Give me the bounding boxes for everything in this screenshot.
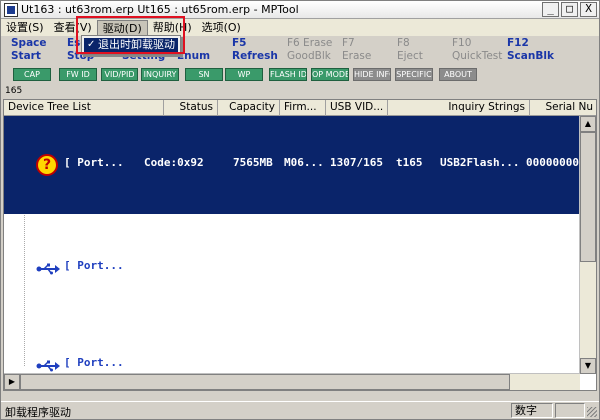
hotkey-start-key: Space [11, 37, 47, 49]
usb-icon [36, 360, 60, 372]
scroll-thumb[interactable] [580, 132, 596, 262]
hotkey-refresh-label: Refresh [232, 50, 278, 62]
hotkey-erase-label: Erase [342, 50, 372, 62]
usb-icon [36, 263, 60, 275]
hotkey-erase-key: F7 [342, 37, 355, 49]
table-row[interactable]: [ Port... [4, 316, 580, 374]
table-row[interactable]: [ Port... [4, 219, 580, 317]
close-button[interactable]: X [580, 2, 597, 17]
scroll-up-icon[interactable]: ▲ [580, 116, 596, 132]
status-mode: 数字 [511, 403, 553, 418]
window-title: Ut163 : ut63rom.erp Ut165 : ut65rom.erp … [21, 3, 299, 16]
driver-menu-dropdown: ✓ 退出时卸载驱动 [81, 35, 181, 55]
status-bar: 卸载程序驱动 数字 [1, 401, 599, 419]
row-usbvid-suffix: t165 [396, 156, 423, 169]
window-controls: _ □ X [542, 2, 597, 17]
hotkey-quicktest-key: F10 [452, 37, 472, 49]
menu-bar: 设置(S) 查看(V) 驱动(D) 帮助(H) 选项(O) [1, 19, 599, 36]
col-inquiry[interactable]: Inquiry Strings [388, 100, 530, 116]
hotkey-refresh-key: F5 [232, 37, 247, 49]
table-body: ? [ Port... Code:0x92 7565MB M06... 1307… [4, 116, 580, 374]
hscroll-thumb[interactable] [20, 374, 510, 390]
row-status: Code:0x92 [144, 156, 204, 169]
scroll-down-icon[interactable]: ▼ [580, 358, 596, 374]
hotkey-enum[interactable]: 3Enum [177, 37, 210, 63]
filter-opmode-button[interactable]: OP MODE [311, 68, 349, 81]
hotkey-erase-goodblk-label: GoodBlk [287, 50, 331, 62]
scroll-right-icon[interactable]: ▶ [4, 374, 20, 390]
resize-grip-icon[interactable] [587, 407, 597, 417]
horizontal-scrollbar[interactable]: ◀ ▶ [4, 373, 580, 390]
filter-wp-button[interactable]: WP [225, 68, 263, 81]
vertical-scrollbar[interactable]: ▲ ▼ [579, 116, 596, 374]
col-capacity[interactable]: Capacity [218, 100, 280, 116]
status-pane-empty [555, 403, 585, 418]
row-port: [ Port... [64, 259, 124, 272]
hotkey-start[interactable]: Space Start [11, 37, 47, 63]
filter-specific-button[interactable]: SPECIFIC [395, 68, 433, 81]
hotkey-erase[interactable]: F7 Erase [342, 37, 371, 63]
device-count: 165 [5, 86, 23, 96]
row-port: [ Port... [64, 356, 124, 369]
info-filter-bar: CAP FW ID VID/PID INQUIRY SN WP FLASH ID… [1, 67, 599, 83]
app-icon [4, 2, 18, 17]
unload-driver-on-exit-item[interactable]: ✓ 退出时卸载驱动 [84, 38, 178, 52]
hotkey-eject-label: Eject [397, 50, 423, 62]
filter-about-button[interactable]: ABOUT [439, 68, 477, 81]
table-header: Device Tree List Status Capacity Firm...… [4, 100, 596, 116]
menu-driver[interactable]: 驱动(D) [96, 19, 148, 36]
unload-driver-on-exit-label: 退出时卸载驱动 [98, 38, 175, 51]
col-device-tree[interactable]: Device Tree List [4, 100, 164, 116]
hotkey-scanblk-label: ScanBlk [507, 50, 554, 62]
filter-sn-button[interactable]: SN [185, 68, 223, 81]
filter-inquiry-button[interactable]: INQUIRY [141, 68, 179, 81]
hotkey-quicktest[interactable]: F10 QuickTest [452, 37, 502, 63]
mptool-window: Ut163 : ut63rom.erp Ut165 : ut65rom.erp … [0, 0, 600, 420]
row-port: [ Port... [64, 156, 124, 169]
col-status[interactable]: Status [164, 100, 218, 116]
col-firmware[interactable]: Firm... [280, 100, 326, 116]
row-firmware: M06... [284, 156, 324, 169]
hotkey-enum-key: 3 [177, 37, 210, 50]
hotkey-enum-label: Enum [177, 50, 211, 62]
col-usbvid[interactable]: USB VID... [326, 100, 388, 116]
hotkey-eject-key: F8 [397, 37, 410, 49]
row-inquiry: USB2Flash... [440, 156, 520, 169]
hotkey-refresh[interactable]: F5 Refresh [232, 37, 278, 63]
hotkey-erase-goodblk-key: F6 Erase [287, 37, 333, 49]
filter-cap-button[interactable]: CAP [13, 68, 51, 81]
status-message: 卸载程序驱动 [5, 406, 71, 419]
row-usbvid: 1307/165 [330, 156, 383, 169]
hotkey-erase-goodblk[interactable]: F6 Erase GoodBlk [287, 37, 332, 63]
hotkey-scanblk[interactable]: F12 ScanBlk [507, 37, 554, 63]
filter-hideinfo-button[interactable]: HIDE INFO [353, 68, 391, 81]
check-icon: ✓ [87, 39, 96, 50]
row-serial: 00000000 [526, 156, 579, 169]
device-table: Device Tree List Status Capacity Firm...… [3, 99, 597, 391]
menu-settings[interactable]: 设置(S) [1, 20, 49, 36]
row-capacity: 7565MB [233, 156, 273, 169]
question-icon: ? [36, 154, 58, 176]
hotkey-start-label: Start [11, 50, 41, 62]
hotkey-scanblk-key: F12 [507, 37, 529, 49]
minimize-button[interactable]: _ [542, 2, 559, 17]
title-bar: Ut163 : ut63rom.erp Ut165 : ut65rom.erp … [1, 1, 599, 19]
menu-options[interactable]: 选项(O) [197, 20, 246, 36]
filter-flashid-button[interactable]: FLASH ID [269, 68, 307, 81]
filter-fwid-button[interactable]: FW ID [59, 68, 97, 81]
table-row[interactable]: ? [ Port... Code:0x92 7565MB M06... 1307… [4, 116, 580, 214]
filter-vidpid-button[interactable]: VID/PID [101, 68, 138, 81]
hotkey-quicktest-label: QuickTest [452, 50, 503, 62]
menu-help[interactable]: 帮助(H) [148, 20, 197, 36]
menu-view[interactable]: 查看(V) [49, 20, 97, 36]
col-serial[interactable]: Serial Nu [530, 100, 596, 116]
hotkey-eject[interactable]: F8 Eject [397, 37, 423, 63]
maximize-button[interactable]: □ [561, 2, 578, 17]
